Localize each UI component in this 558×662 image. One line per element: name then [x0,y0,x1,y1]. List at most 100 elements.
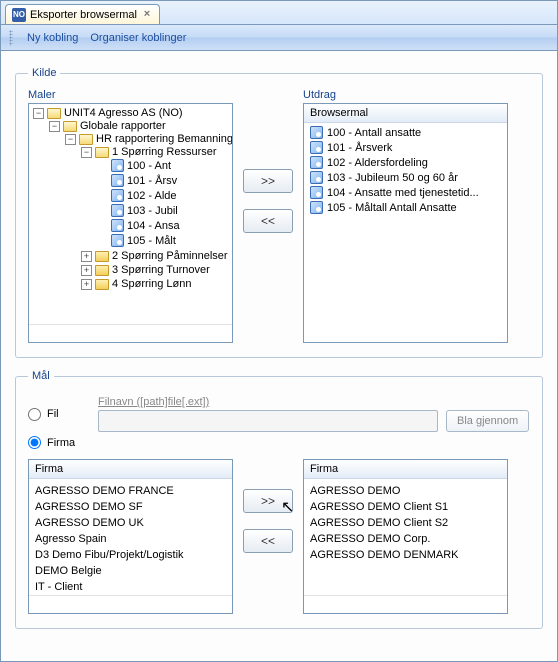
folder-icon [95,251,109,262]
add-firma-button[interactable]: >> [243,489,293,513]
collapse-icon[interactable]: − [65,134,76,145]
maler-label: Maler [28,89,233,101]
firma-right-scroll-x[interactable] [304,595,507,613]
utdrag-item[interactable]: 103 - Jubileum 50 og 60 år [306,170,505,185]
firma-item[interactable]: DEMO Belgie [35,563,226,579]
collapse-icon[interactable]: − [81,147,92,158]
firma-item[interactable]: IT - Client [35,579,226,595]
tree-hr-reporting[interactable]: − HR rapportering Bemanning [65,133,230,145]
utdrag-item-label: 104 - Ansatte med tjenestetid... [327,187,479,199]
fil-radio-label: Fil [47,408,59,420]
tab-bar: NO Eksporter browsermal × [1,1,557,25]
utdrag-item-label: 100 - Antall ansatte [327,127,421,139]
expand-icon[interactable]: + [81,265,92,276]
tree-spacer [97,175,108,186]
firma-item[interactable]: AGRESSO DEMO UK [35,515,226,531]
tree-report-item[interactable]: 104 - Ansa [97,219,230,232]
firma-item[interactable]: AGRESSO DEMO Corp. [310,531,501,547]
firma-left-scroll-x[interactable] [29,595,232,613]
tree-label: 103 - Jubil [127,205,178,217]
tree-report-item[interactable]: 103 - Jubil [97,204,230,217]
toolbar: Ny kobling Organiser koblinger [1,25,557,51]
utdrag-item[interactable]: 101 - Årsverk [306,140,505,155]
utdrag-item[interactable]: 104 - Ansatte med tjenestetid... [306,185,505,200]
tree-label: Globale rapporter [80,120,166,132]
report-icon [310,186,323,199]
firma-item[interactable]: AGRESSO DEMO Client S2 [310,515,501,531]
firma-item[interactable]: AGRESSO DEMO [310,483,501,499]
kilde-fieldset: Kilde Maler − UNIT4 Agresso [15,67,543,358]
utdrag-item[interactable]: 105 - Måltall Antall Ansatte [306,200,505,215]
folder-icon [95,279,109,290]
firma-left-header: Firma [29,460,232,479]
tree-report-item[interactable]: 105 - Målt [97,234,230,247]
tree-report-item[interactable]: 101 - Årsv [97,174,230,187]
tree-spacer [97,220,108,231]
report-icon [310,201,323,214]
filnavn-label: Filnavn ([path]file[.ext]) [98,396,530,408]
collapse-icon[interactable]: − [49,121,60,132]
toolbar-grip [9,30,13,46]
filnavn-input[interactable] [98,410,438,432]
report-icon [111,219,124,232]
folder-icon [95,265,109,276]
expand-icon[interactable]: + [81,251,92,262]
utdrag-item[interactable]: 100 - Antall ansatte [306,125,505,140]
tree-report-item[interactable]: 102 - Alde [97,189,230,202]
report-icon [111,189,124,202]
tree-label: UNIT4 Agresso AS (NO) [64,107,183,119]
tree-query2[interactable]: + 2 Spørring Påminnelser [81,250,230,262]
folder-icon [95,147,109,158]
firma-radio[interactable] [28,436,41,449]
tree-label: 4 Spørring Lønn [112,278,191,290]
tree-spacer [97,235,108,246]
close-icon[interactable]: × [141,9,153,21]
collapse-icon[interactable]: − [33,108,44,119]
firma-button-col: >> << ↖ [243,459,293,553]
utdrag-item[interactable]: 102 - Aldersfordeling [306,155,505,170]
utdrag-list[interactable]: 100 - Antall ansatte 101 - Årsverk102 - A… [304,123,507,342]
app-icon: NO [12,8,26,22]
tree-spacer [97,190,108,201]
tree-query3[interactable]: + 3 Spørring Turnover [81,264,230,276]
remove-from-utdrag-button[interactable]: << [243,209,293,233]
firma-item[interactable]: AGRESSO DEMO Client S1 [310,499,501,515]
firma-left-pane: Firma AGRESSO DEMO FRANCEAGRESSO DEMO SF… [28,459,233,614]
tree-query4[interactable]: + 4 Spørring Lønn [81,278,230,290]
tab-eksporter[interactable]: NO Eksporter browsermal × [5,4,160,24]
utdrag-item-label: 101 - Årsverk [327,142,392,154]
firma-left-list[interactable]: AGRESSO DEMO FRANCEAGRESSO DEMO SFAGRESS… [29,479,232,595]
tree-report-item[interactable]: 100 - Ant [97,159,230,172]
tree-label: 3 Spørring Turnover [112,264,210,276]
tree-query1[interactable]: − 1 Spørring Ressurser [81,146,230,158]
report-icon [111,234,124,247]
kilde-legend: Kilde [28,67,60,79]
folder-icon [63,121,77,132]
organize-links-button[interactable]: Organiser koblinger [90,32,186,44]
firma-item[interactable]: D3 Demo Fibu/Projekt/Logistik [35,547,226,563]
firma-item[interactable]: Agresso Spain [35,531,226,547]
tree-label: 1 Spørring Ressurser [112,146,217,158]
firma-item[interactable]: AGRESSO DEMO DENMARK [310,547,501,563]
tree-global-reports[interactable]: − Globale rapporter [49,120,230,132]
maler-tree[interactable]: − UNIT4 Agresso AS (NO) − [29,104,232,324]
tree-label: HR rapportering Bemanning [96,133,232,145]
tree-label: 102 - Alde [127,190,177,202]
maler-pane: − UNIT4 Agresso AS (NO) − [28,103,233,343]
new-link-button[interactable]: Ny kobling [27,32,78,44]
tree-root[interactable]: − UNIT4 Agresso AS (NO) [33,107,230,119]
remove-firma-button[interactable]: << [243,529,293,553]
utdrag-item-label: 103 - Jubileum 50 og 60 år [327,172,458,184]
expand-icon[interactable]: + [81,279,92,290]
add-to-utdrag-button[interactable]: >> [243,169,293,193]
firma-item[interactable]: AGRESSO DEMO FRANCE [35,483,226,499]
firma-right-list[interactable]: AGRESSO DEMOAGRESSO DEMO Client S1AGRESS… [304,479,507,595]
browse-button[interactable]: Bla gjennom [446,410,529,432]
report-icon [111,174,124,187]
utdrag-item-label: 105 - Måltall Antall Ansatte [327,202,457,214]
fil-radio[interactable] [28,408,41,421]
maler-scroll-x[interactable] [29,324,232,342]
tree-label: 100 - Ant [127,160,171,172]
firma-item[interactable]: AGRESSO DEMO SF [35,499,226,515]
mal-legend: Mål [28,370,54,382]
